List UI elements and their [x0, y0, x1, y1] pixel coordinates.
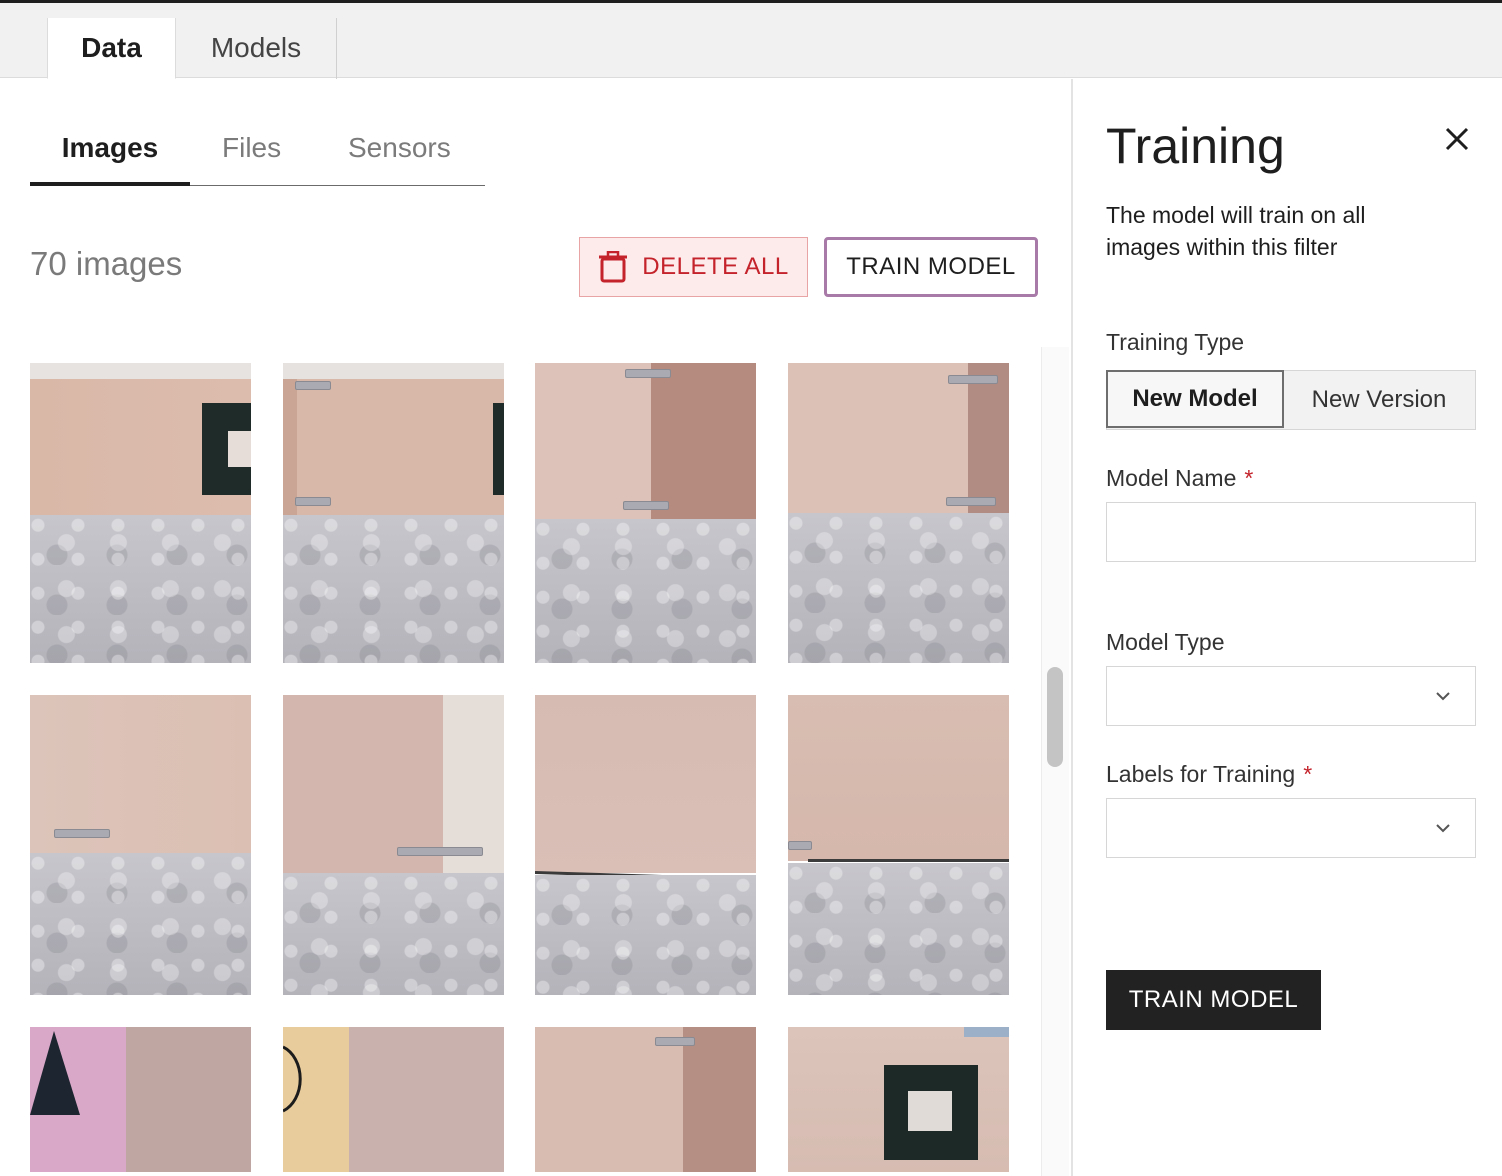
image-thumbnail[interactable]	[788, 695, 1009, 995]
model-name-label: Model Name *	[1106, 465, 1253, 492]
subtab-sensors[interactable]: Sensors	[348, 119, 451, 186]
image-count: 70 images	[30, 245, 183, 282]
delete-all-label: DELETE ALL	[642, 253, 789, 280]
chevron-down-icon	[1436, 824, 1450, 833]
image-thumbnail[interactable]	[283, 695, 504, 995]
panel-description: The model will train on all images withi…	[1106, 202, 1366, 260]
chevron-down-icon	[1436, 692, 1450, 701]
image-thumbnail[interactable]	[535, 695, 756, 995]
training-type-new-model[interactable]: New Model	[1106, 370, 1284, 428]
close-icon[interactable]	[1439, 121, 1475, 157]
training-type-toggle: New Model New Version	[1106, 370, 1476, 430]
grid-scrollbar-thumb[interactable]	[1047, 667, 1063, 767]
submit-train-model-label: TRAIN MODEL	[1128, 986, 1299, 1013]
delete-all-button[interactable]: DELETE ALL	[579, 237, 808, 297]
training-type-label: Training Type	[1106, 329, 1245, 355]
image-thumbnail[interactable]	[535, 363, 756, 663]
training-type-new-version[interactable]: New Version	[1283, 371, 1475, 429]
model-name-label-text: Model Name	[1106, 465, 1237, 491]
submit-train-model-button[interactable]: TRAIN MODEL	[1106, 970, 1321, 1030]
subtab-images[interactable]: Images	[30, 119, 190, 186]
labels-for-training-label: Labels for Training *	[1106, 761, 1312, 788]
train-model-button[interactable]: TRAIN MODEL	[824, 237, 1038, 297]
image-thumbnail[interactable]	[283, 1027, 504, 1172]
model-type-label: Model Type	[1106, 629, 1225, 655]
image-thumbnail[interactable]	[30, 1027, 251, 1172]
image-thumbnail[interactable]	[788, 363, 1009, 663]
image-thumbnail[interactable]	[283, 363, 504, 663]
training-panel: Training The model will train on all ima…	[1071, 79, 1502, 1176]
image-thumbnail[interactable]	[535, 1027, 756, 1172]
subtab-files[interactable]: Files	[222, 119, 281, 186]
tab-models[interactable]: Models	[176, 18, 337, 79]
train-model-label: TRAIN MODEL	[846, 253, 1016, 280]
trash-icon	[599, 251, 628, 283]
tab-data[interactable]: Data	[47, 18, 176, 79]
image-thumbnail[interactable]	[788, 1027, 1009, 1172]
image-thumbnail[interactable]	[30, 695, 251, 995]
labels-for-training-label-text: Labels for Training	[1106, 761, 1296, 787]
top-tab-bar: Data Models	[0, 3, 1502, 79]
model-type-select[interactable]	[1106, 666, 1476, 726]
data-subtabs: Images Files Sensors	[30, 119, 485, 186]
required-asterisk: *	[1303, 761, 1313, 787]
image-thumbnail[interactable]	[30, 363, 251, 663]
panel-title: Training	[1106, 118, 1285, 174]
model-name-input[interactable]	[1106, 502, 1476, 562]
labels-for-training-select[interactable]	[1106, 798, 1476, 858]
required-asterisk: *	[1244, 465, 1254, 491]
data-main-area: Images Files Sensors 70 images DELETE AL…	[0, 79, 1071, 1176]
